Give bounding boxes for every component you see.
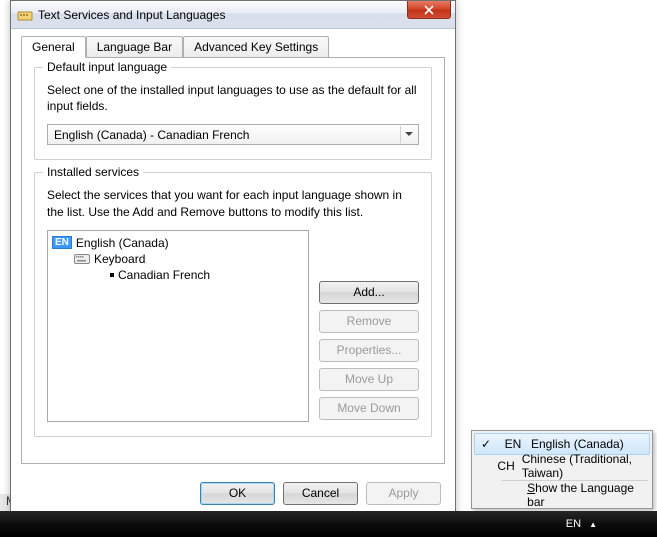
taskbar: EN ▲ bbox=[0, 511, 657, 537]
default-language-desc: Select one of the installed input langua… bbox=[47, 82, 419, 114]
tray-overflow-icon[interactable]: ▲ bbox=[589, 520, 597, 529]
close-button[interactable] bbox=[407, 1, 451, 19]
tree-lang-node[interactable]: EN English (Canada) bbox=[50, 235, 306, 251]
title-bar[interactable]: Text Services and Input Languages bbox=[11, 1, 455, 29]
dialog-title: Text Services and Input Languages bbox=[38, 8, 225, 22]
tab-row: General Language Bar Advanced Key Settin… bbox=[21, 36, 445, 58]
default-language-group: Default input language Select one of the… bbox=[34, 67, 432, 160]
installed-services-tree[interactable]: EN English (Canada) Keyboard Canadian Fr… bbox=[47, 230, 309, 422]
properties-button: Properties... bbox=[319, 339, 419, 362]
ok-button[interactable]: OK bbox=[200, 482, 275, 505]
keyboard-layout-icon bbox=[17, 7, 33, 23]
dialog-body: General Language Bar Advanced Key Settin… bbox=[11, 29, 455, 474]
lang-code: EN bbox=[501, 437, 525, 451]
taskbar-language-indicator[interactable]: EN bbox=[566, 518, 581, 530]
tab-general[interactable]: General bbox=[21, 36, 86, 58]
remove-button: Remove bbox=[319, 310, 419, 333]
tree-lang-label: English (Canada) bbox=[76, 236, 169, 250]
apply-button: Apply bbox=[366, 482, 441, 505]
default-language-dropdown[interactable]: English (Canada) - Canadian French bbox=[47, 124, 419, 145]
lang-code: CH bbox=[496, 459, 515, 473]
lang-menu-item-ch[interactable]: CH Chinese (Traditional, Taiwan) bbox=[474, 455, 650, 477]
lang-label: English (Canada) bbox=[531, 437, 624, 451]
language-switch-menu: ✓ EN English (Canada) CH Chinese (Tradit… bbox=[471, 430, 653, 509]
cancel-button[interactable]: Cancel bbox=[283, 482, 358, 505]
bullet-icon bbox=[110, 273, 114, 277]
default-language-legend: Default input language bbox=[43, 60, 171, 74]
check-icon: ✓ bbox=[477, 437, 495, 451]
move-down-button: Move Down bbox=[319, 397, 419, 420]
installed-services-group: Installed services Select the services t… bbox=[34, 172, 432, 436]
text-services-dialog: Text Services and Input Languages Genera… bbox=[10, 0, 456, 518]
installed-services-desc: Select the services that you want for ea… bbox=[47, 187, 419, 219]
show-language-bar-label: Show the Language bar bbox=[527, 481, 646, 509]
move-up-button: Move Up bbox=[319, 368, 419, 391]
installed-services-legend: Installed services bbox=[43, 165, 143, 179]
tab-advanced-key-settings[interactable]: Advanced Key Settings bbox=[183, 36, 329, 57]
default-language-selected: English (Canada) - Canadian French bbox=[54, 128, 249, 142]
tree-layout-label: Canadian French bbox=[118, 268, 210, 282]
lang-label: Chinese (Traditional, Taiwan) bbox=[522, 452, 646, 480]
language-badge-icon: EN bbox=[52, 236, 72, 249]
keyboard-icon bbox=[74, 253, 90, 265]
tree-layout-node[interactable]: Canadian French bbox=[50, 267, 306, 283]
tree-category-node[interactable]: Keyboard bbox=[50, 251, 306, 267]
service-buttons: Add... Remove Properties... Move Up Move… bbox=[319, 230, 419, 422]
chevron-down-icon bbox=[400, 126, 416, 143]
tree-category-label: Keyboard bbox=[94, 252, 145, 266]
tab-language-bar[interactable]: Language Bar bbox=[86, 36, 183, 57]
lang-menu-show-bar[interactable]: Show the Language bar bbox=[474, 484, 650, 506]
close-icon bbox=[424, 5, 434, 15]
tab-content-general: Default input language Select one of the… bbox=[21, 57, 445, 464]
add-button[interactable]: Add... bbox=[319, 281, 419, 304]
